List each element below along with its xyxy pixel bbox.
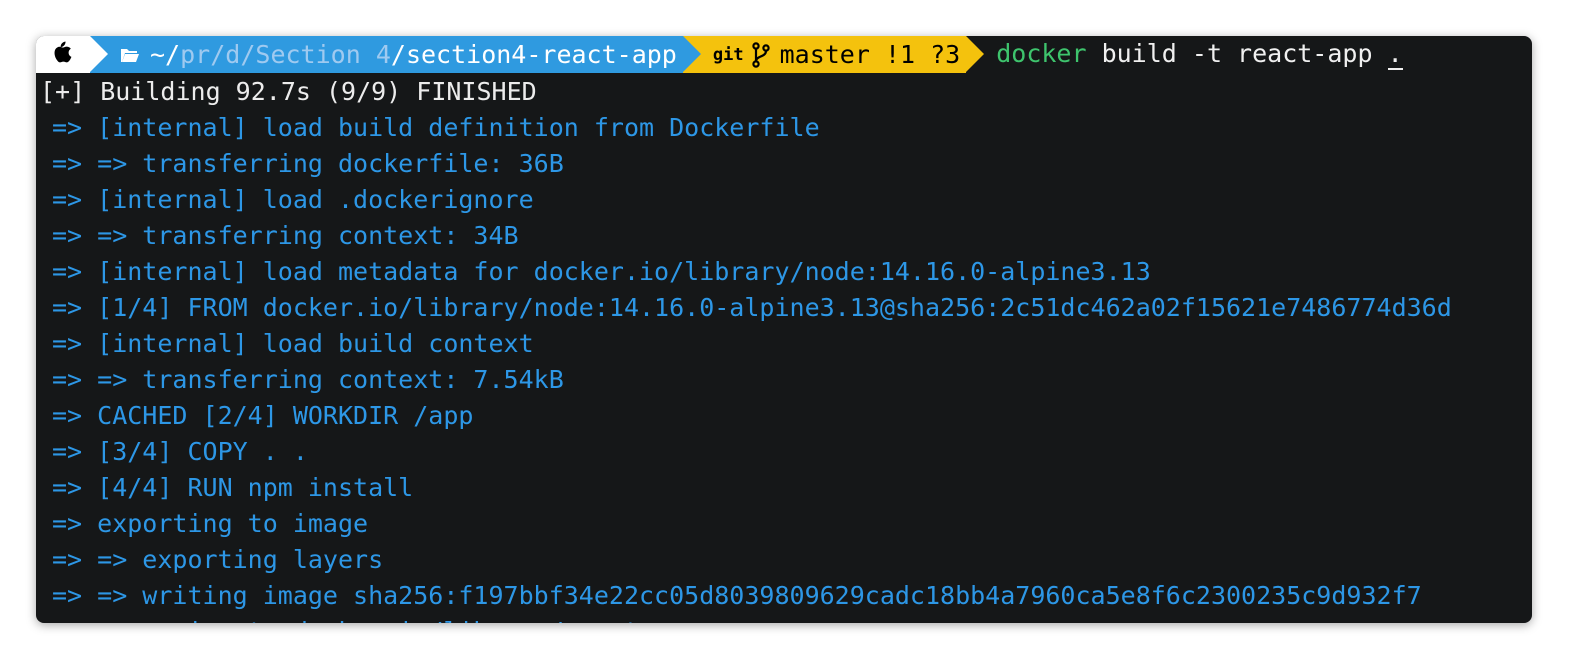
- output-line: => => exporting layers: [52, 545, 384, 574]
- git-label: git: [712, 44, 744, 65]
- output-line: => [internal] load metadata for docker.i…: [52, 257, 1151, 286]
- git-branch-status: master !1 ?3: [779, 40, 961, 69]
- segment-separator: [90, 36, 108, 72]
- output-line: => [3/4] COPY . .: [52, 437, 308, 466]
- path-separator: /: [210, 40, 226, 69]
- shell-prompt: ~/pr / d / Section 4/section4-react-app git …: [36, 36, 1532, 73]
- output-line: => [1/4] FROM docker.io/library/node:14.…: [52, 293, 1452, 322]
- prompt-path-segment: ~/pr / d / Section 4/section4-react-app: [90, 36, 701, 73]
- folder-open-icon: [120, 47, 140, 63]
- command-cursor-char: .: [1387, 39, 1403, 70]
- output-line: => => transferring dockerfile: 36B: [52, 149, 564, 178]
- git-branch-icon: [751, 41, 770, 68]
- path-part-pr: pr: [180, 40, 211, 69]
- output-line: => [internal] load build context: [52, 329, 534, 358]
- output-line: => => transferring context: 7.54kB: [52, 365, 564, 394]
- output-line: => [4/4] RUN npm install: [52, 473, 414, 502]
- command-input[interactable]: docker build -t react-app .: [966, 39, 1403, 70]
- path-home: ~/: [150, 40, 181, 69]
- command-args: build -t react-app: [1086, 39, 1388, 68]
- prompt-os-segment: [36, 36, 108, 73]
- apple-icon: [50, 40, 72, 70]
- segment-separator: [682, 36, 701, 72]
- output-line: => => naming to docker.io/library/react-…: [52, 614, 699, 623]
- terminal-window[interactable]: ~/pr / d / Section 4/section4-react-app git …: [36, 36, 1532, 623]
- output-line: => CACHED [2/4] WORKDIR /app: [52, 401, 474, 430]
- path-separator: /: [390, 40, 406, 69]
- path-part-d: d: [225, 40, 241, 69]
- output-line: => => transferring context: 34B: [52, 221, 519, 250]
- command-program: docker: [996, 39, 1087, 68]
- path-current-dir: section4-react-app: [405, 40, 677, 69]
- segment-separator: [966, 36, 985, 72]
- prompt-git-segment: git master !1 ?3: [682, 36, 985, 73]
- output-line: => exporting to image: [52, 509, 369, 538]
- path-part-section: Section 4: [255, 40, 391, 69]
- output-line: => [internal] load .dockerignore: [52, 185, 534, 214]
- output-line: => => writing image sha256:f197bbf34e22c…: [52, 581, 1422, 610]
- output-line: => [internal] load build definition from…: [52, 113, 820, 142]
- path-separator: /: [240, 40, 256, 69]
- build-status-header: [+] Building 92.7s (9/9) FINISHED: [40, 77, 537, 106]
